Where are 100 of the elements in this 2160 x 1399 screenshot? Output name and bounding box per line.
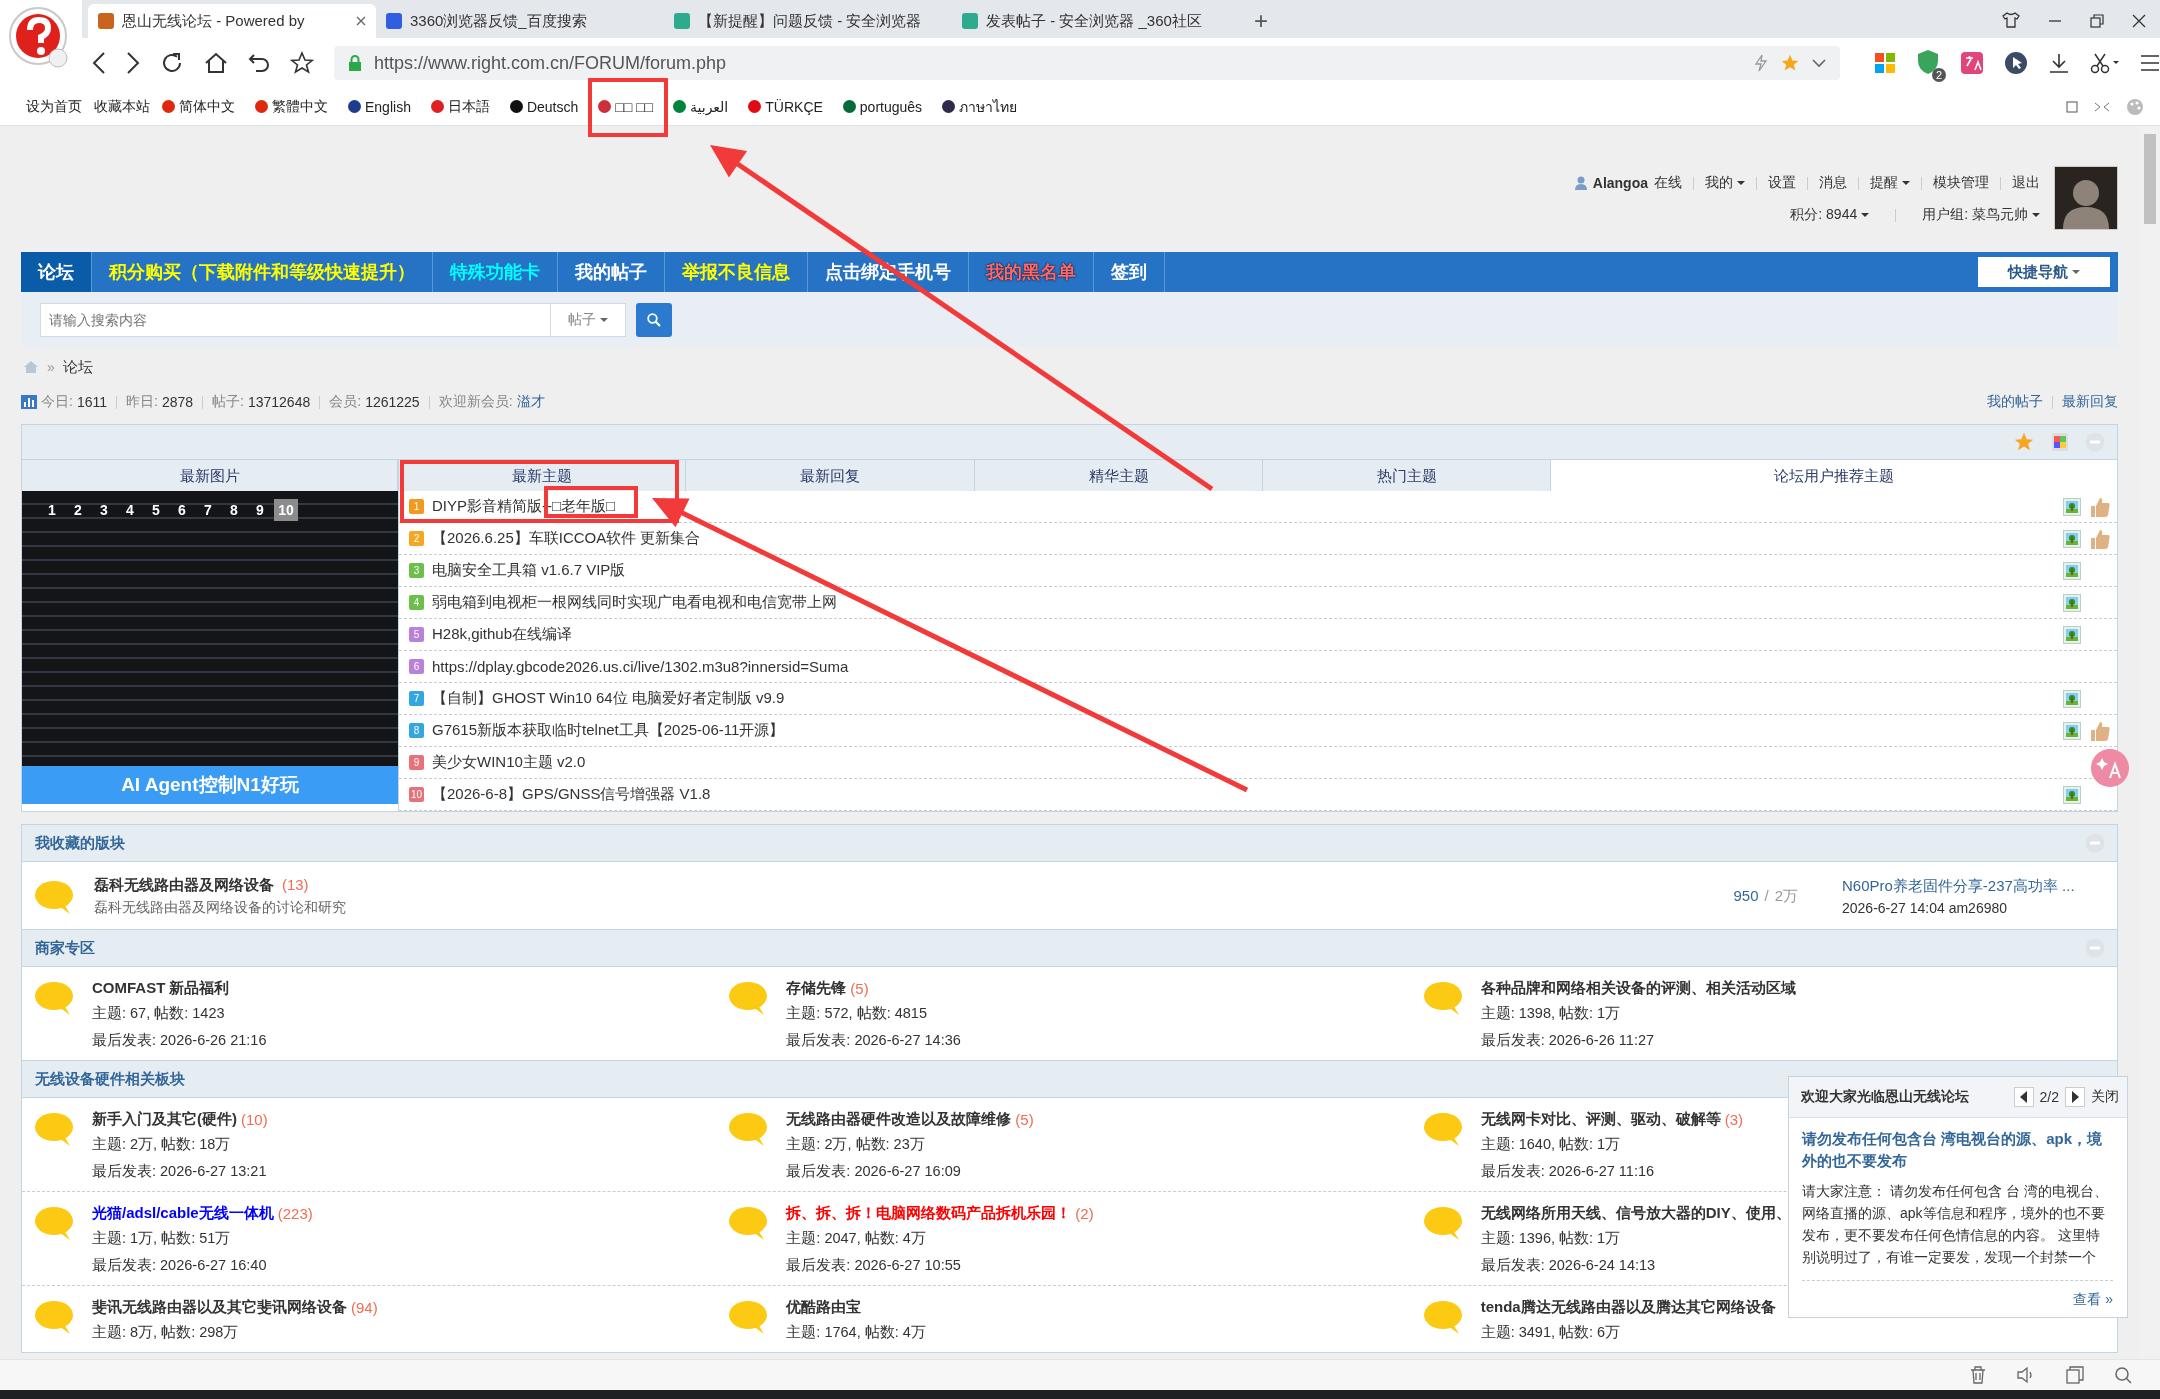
browser-tab[interactable]: 3360浏览器反馈_百度搜索	[376, 4, 664, 38]
close-icon[interactable]	[2132, 14, 2146, 28]
breadcrumb-link[interactable]: 论坛	[62, 357, 93, 377]
language-link[interactable]: Deutsch	[509, 98, 579, 115]
download-icon[interactable]	[2048, 52, 2070, 74]
browser-tab[interactable]: 恩山无线论坛 - Powered by	[88, 4, 376, 38]
thread-link[interactable]: 美少女WIN10主题 v2.0	[432, 753, 586, 772]
forum-link[interactable]: 拆、拆、拆！电脑网络数码产品拆机乐园！	[786, 1204, 1072, 1223]
chevron-down-icon[interactable]	[1812, 58, 1826, 68]
new-tab-button[interactable]: +	[1240, 4, 1282, 38]
browser-tab[interactable]: 发表帖子 - 安全浏览器 _360社区	[952, 4, 1240, 38]
portal-tab[interactable]: 最新回复	[686, 459, 975, 491]
language-link[interactable]: 日本語	[430, 97, 490, 116]
forum-link[interactable]: 新手入门及其它(硬件)	[92, 1110, 237, 1129]
slide-number[interactable]: 1	[40, 499, 64, 521]
thread-link[interactable]: 弱电箱到电视柜一根网线同时实现广电看电视和电信宽带上网	[432, 593, 837, 612]
quick-link[interactable]: 最新回复	[2062, 393, 2118, 411]
menu-icon[interactable]	[2140, 54, 2160, 72]
language-link[interactable]: 繁體中文	[255, 97, 328, 116]
quick-nav-button[interactable]: 快捷导航	[1978, 257, 2110, 287]
star-icon[interactable]	[290, 51, 314, 75]
search-field[interactable]: 请输入搜索内容	[40, 302, 550, 337]
forum-link[interactable]: 斐讯无线路由器以及其它斐讯网络设备	[92, 1298, 347, 1317]
trash-icon[interactable]	[1970, 1366, 1986, 1384]
portal-tab[interactable]: 精华主题	[975, 459, 1263, 491]
next-icon[interactable]	[2065, 1087, 2085, 1107]
user-menu-link[interactable]: 设置	[1768, 174, 1796, 192]
notice-heading[interactable]: 请勿发布任何包含台 湾电视台的源、apk，境外的也不要发布	[1802, 1128, 2113, 1172]
user-menu-link[interactable]: 我的	[1705, 174, 1745, 192]
section-title[interactable]: 商家专区	[35, 938, 95, 958]
palette-icon[interactable]	[2051, 432, 2069, 452]
star-icon[interactable]	[2013, 431, 2035, 453]
forum-link[interactable]: 无线路由器硬件改造以及故障维修	[786, 1110, 1012, 1129]
forum-link[interactable]: 存储先锋	[786, 979, 847, 998]
user-stat-link[interactable]: 用户组: 菜鸟元帅	[1922, 206, 2040, 224]
grid-icon[interactable]	[1874, 52, 1896, 74]
slide-number[interactable]: 3	[92, 499, 116, 521]
previous-icon[interactable]	[2013, 1087, 2034, 1107]
section-title[interactable]: 我收藏的版块	[35, 833, 125, 853]
close-link[interactable]: 关闭	[2091, 1088, 2119, 1106]
close-icon[interactable]	[356, 16, 366, 26]
user-menu-link[interactable]: 退出	[2012, 174, 2040, 192]
forum-link[interactable]: 磊科无线路由器及网络设备	[94, 876, 274, 893]
forum-link[interactable]: 无线网络所用天线、信号放大器的DIY、使用、	[1480, 1204, 1791, 1223]
user-menu-link[interactable]: 模块管理	[1933, 174, 1989, 192]
search-button[interactable]	[636, 302, 672, 337]
thread-link[interactable]: 【2026.6.25】车联ICCOA软件 更新集合	[432, 529, 701, 548]
forum-link[interactable]: 优酷路由宝	[786, 1298, 862, 1317]
view-more-link[interactable]: 查看 »	[2073, 1291, 2113, 1307]
language-link[interactable]: TÜRKÇE	[748, 98, 823, 115]
forum-link[interactable]: 光猫/adsl/cable无线一体机	[92, 1204, 274, 1223]
slide-number[interactable]: 9	[248, 499, 272, 521]
search-icon[interactable]	[2114, 1366, 2132, 1384]
cursor-icon[interactable]	[2004, 51, 2028, 75]
thread-link[interactable]: https://dplay.gbcode2026.us.ci/live/1302.m3u8?innersid=Suma	[432, 658, 849, 675]
thread-link[interactable]: 电脑安全工具箱 v1.6.7 VIP版	[432, 561, 626, 580]
user-menu-link[interactable]: 消息	[1819, 174, 1847, 192]
window-icon[interactable]	[2066, 1366, 2084, 1384]
language-link[interactable]: العربية	[673, 98, 729, 115]
restore-icon[interactable]	[2090, 14, 2104, 28]
address-field[interactable]: https://www.right.com.cn/FORUM/forum.php	[334, 46, 1840, 80]
search-scope-dropdown[interactable]: 帖子	[550, 302, 626, 337]
square-icon[interactable]	[2066, 100, 2078, 113]
back-icon[interactable]	[92, 52, 106, 74]
portal-tab[interactable]: 最新图片	[22, 459, 398, 491]
undo-icon[interactable]	[248, 52, 270, 74]
forum-link[interactable]: 各种品牌和网络相关设备的评测、相关活动区域	[1480, 979, 1796, 998]
slide-number[interactable]: 5	[144, 499, 168, 521]
forum-link[interactable]: COMFAST 新品福利	[92, 979, 230, 998]
browser-tab[interactable]: 【新提醒】问题反馈 - 安全浏览器	[664, 4, 952, 38]
bookmark-link[interactable]: 收藏本站	[94, 97, 150, 116]
slide-number[interactable]: 6	[170, 499, 194, 521]
section-title[interactable]: 无线设备硬件相关板块	[35, 1069, 185, 1089]
scissors-icon[interactable]	[2090, 52, 2120, 74]
thread-link[interactable]: G7615新版本获取临时telnet工具【2025-06-11开源】	[432, 721, 785, 740]
forum-link[interactable]: tenda腾达无线路由器以及腾达其它网络设备	[1480, 1298, 1776, 1317]
nav-tab[interactable]: 论坛	[21, 252, 92, 292]
avatar-icon[interactable]	[2054, 166, 2118, 230]
language-link[interactable]: English	[348, 98, 411, 115]
bookmark-link[interactable]: 设为首页	[26, 97, 82, 116]
reload-icon[interactable]	[160, 51, 184, 75]
forward-icon[interactable]	[126, 52, 140, 74]
quick-link[interactable]: 我的帖子	[1987, 393, 2043, 411]
portal-tab[interactable]: 热门主题	[1263, 459, 1551, 491]
language-link[interactable]: português	[842, 98, 923, 115]
screenshot-thumbnail[interactable]: 1 2 3 4 5 6 7 8 9 10	[22, 491, 398, 766]
last-post-link[interactable]: N60Pro养老固件分享-237高功率 ...	[1842, 877, 2077, 896]
new-member-link[interactable]: 溢才	[516, 393, 545, 411]
translate-icon[interactable]	[1960, 51, 1984, 75]
slide-number[interactable]: 4	[118, 499, 142, 521]
language-link[interactable]: □□ □□	[598, 98, 653, 115]
shirt-icon[interactable]	[2002, 12, 2020, 28]
thread-link[interactable]: 【2026-6-8】GPS/GNSS信号增强器 V1.8	[432, 785, 711, 804]
star-icon[interactable]	[1780, 53, 1800, 73]
slide-number[interactable]: 2	[66, 499, 90, 521]
thread-link[interactable]: H28k,github在线编译	[432, 625, 573, 644]
language-link[interactable]: 简体中文	[162, 97, 235, 116]
thread-link[interactable]: 【自制】GHOST Win10 64位 电脑爱好者定制版 v9.9	[432, 689, 785, 708]
forum-link[interactable]: 无线网卡对比、评测、驱动、破解等	[1480, 1110, 1721, 1129]
slide-number[interactable]: 7	[196, 499, 220, 521]
